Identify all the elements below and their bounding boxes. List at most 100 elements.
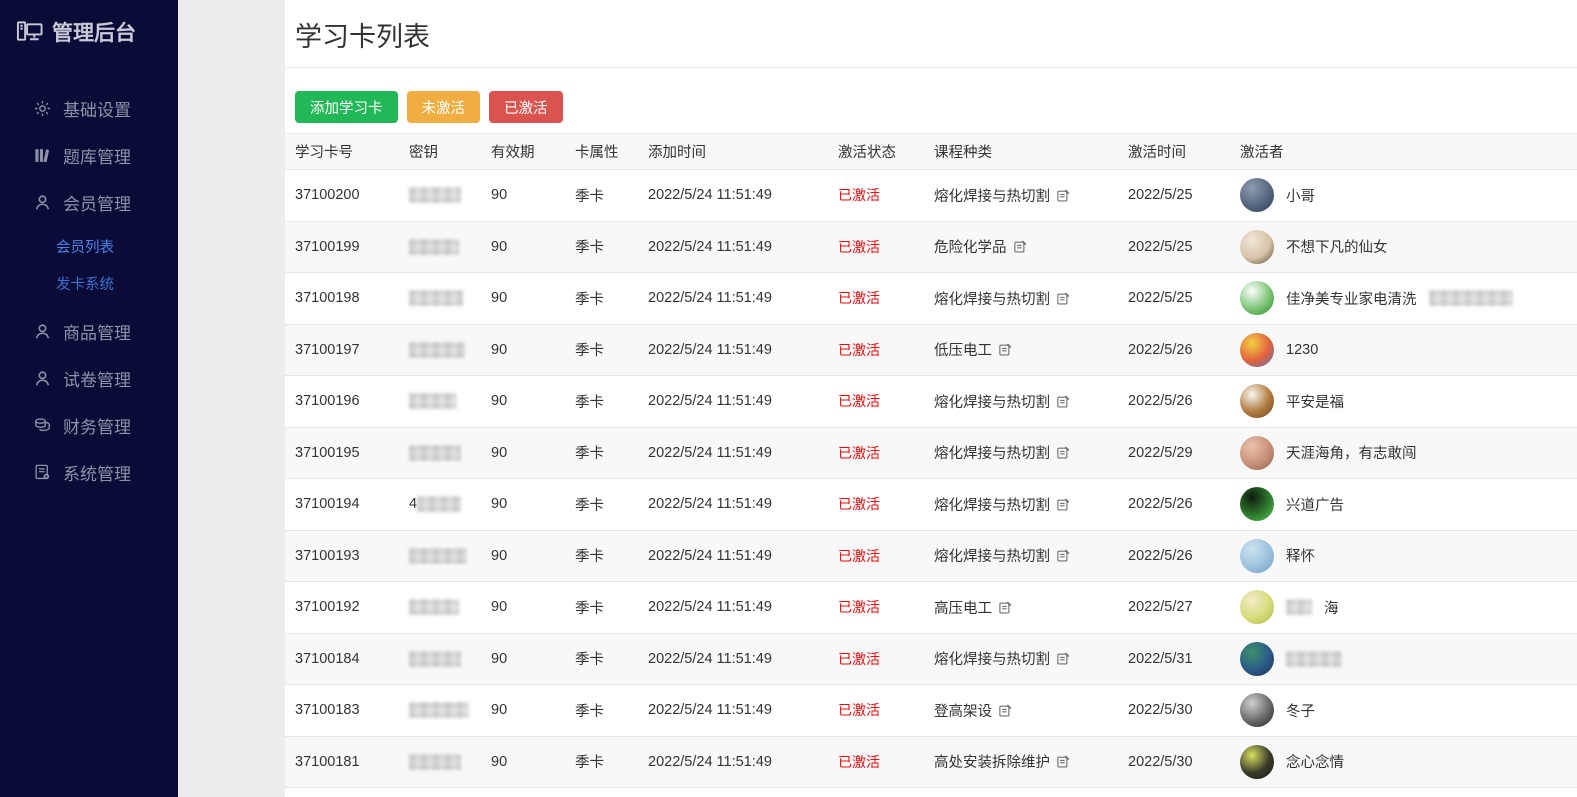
- activation-status-cell: 已激活: [828, 376, 924, 428]
- avatar: [1240, 281, 1274, 315]
- course-cell: 低压电工: [924, 324, 1118, 376]
- activator-cell: 小哥: [1230, 170, 1577, 222]
- sidebar-item-member-management[interactable]: 会员管理: [0, 179, 178, 226]
- column-header-0: 学习卡号: [285, 134, 399, 170]
- brand: 管理后台: [0, 0, 178, 57]
- edit-note-icon[interactable]: [1056, 497, 1071, 512]
- card-type-cell: 季卡: [565, 221, 638, 273]
- user-icon: [33, 193, 52, 212]
- sidebar-item-finance-management[interactable]: 财务管理: [0, 402, 178, 449]
- activated-time-cell: 2022/5/25: [1118, 170, 1230, 222]
- redacted-key: [409, 599, 459, 615]
- avatar: [1240, 487, 1274, 521]
- redacted-key: [409, 702, 469, 718]
- activated-time-cell: 2022/5/30: [1118, 736, 1230, 788]
- activator-name: 1230: [1286, 342, 1318, 358]
- sub-item-member-list[interactable]: 会员列表: [0, 228, 178, 265]
- activation-status-cell: 已激活: [828, 530, 924, 582]
- sidebar-item-system-management[interactable]: 系统管理: [0, 449, 178, 496]
- edit-note-icon[interactable]: [1013, 239, 1028, 254]
- added-time-cell: 2022/5/24 11:51:49: [638, 582, 828, 634]
- sidebar-nav: 基础设置题库管理会员管理会员列表发卡系统商品管理试卷管理财务管理系统管理: [0, 85, 178, 496]
- redacted-name: [1286, 651, 1342, 667]
- activated-time-cell: 2022/5/31: [1118, 633, 1230, 685]
- doc-gear-icon: [33, 463, 52, 482]
- activator-name: 不想下凡的仙女: [1286, 236, 1388, 257]
- avatar: [1240, 745, 1274, 779]
- card-number-cell: 37100183: [285, 685, 399, 737]
- edit-note-icon[interactable]: [1056, 291, 1071, 306]
- sidebar-item-exam-paper-management[interactable]: 试卷管理: [0, 355, 178, 402]
- add-learning-card-button[interactable]: 添加学习卡: [295, 91, 398, 123]
- sub-item-card-issuing-system[interactable]: 发卡系统: [0, 265, 178, 302]
- edit-note-icon[interactable]: [998, 703, 1013, 718]
- key-cell: [399, 633, 481, 685]
- coins-icon: [33, 416, 52, 435]
- card-type-cell: 季卡: [565, 736, 638, 788]
- table-row: 3710020090季卡2022/5/24 11:51:49已激活熔化焊接与热切…: [285, 170, 1577, 222]
- key-cell: [399, 530, 481, 582]
- course-name: 熔化焊接与热切割: [934, 494, 1050, 515]
- activator-cell: 念心念情: [1230, 736, 1577, 788]
- activator-name: 念心念情: [1286, 751, 1344, 772]
- card-type-cell: 季卡: [565, 530, 638, 582]
- column-header-7: 激活时间: [1118, 134, 1230, 170]
- books-icon: [33, 146, 52, 165]
- key-cell: [399, 170, 481, 222]
- sidebar-item-label: 基础设置: [63, 96, 131, 121]
- edit-note-icon[interactable]: [1056, 394, 1071, 409]
- added-time-cell: 2022/5/24 11:51:49: [638, 221, 828, 273]
- sidebar-item-label: 会员管理: [63, 190, 131, 215]
- avatar: [1240, 384, 1274, 418]
- user-icon: [33, 322, 52, 341]
- sidebar-item-basic-settings[interactable]: 基础设置: [0, 85, 178, 132]
- edit-note-icon[interactable]: [1056, 188, 1071, 203]
- card-type-cell: 季卡: [565, 324, 638, 376]
- redacted-key: [409, 548, 467, 564]
- edit-note-icon[interactable]: [998, 342, 1013, 357]
- activated-time-cell: 2022/5/26: [1118, 324, 1230, 376]
- key-cell: [399, 376, 481, 428]
- edit-note-icon[interactable]: [998, 600, 1013, 615]
- course-cell: 危险化学品: [924, 221, 1118, 273]
- activation-status-cell: 已激活: [828, 221, 924, 273]
- filter-active-button[interactable]: 已激活: [489, 91, 563, 123]
- activator-name: 小哥: [1286, 185, 1315, 206]
- card-number-cell: 37100184: [285, 633, 399, 685]
- edit-note-icon[interactable]: [1056, 445, 1071, 460]
- activator-cell: 1230: [1230, 324, 1577, 376]
- sidebar-item-label: 财务管理: [63, 413, 131, 438]
- sidebar-item-question-bank[interactable]: 题库管理: [0, 132, 178, 179]
- table-row: 3710019790季卡2022/5/24 11:51:49已激活低压电工202…: [285, 324, 1577, 376]
- course-name: 高处安装拆除维护: [934, 751, 1050, 772]
- redacted-key: [409, 342, 465, 358]
- filter-inactive-button[interactable]: 未激活: [407, 91, 481, 123]
- table-row: 3710019690季卡2022/5/24 11:51:49已激活熔化焊接与热切…: [285, 376, 1577, 428]
- edit-note-icon[interactable]: [1056, 548, 1071, 563]
- table-row: 3710019990季卡2022/5/24 11:51:49已激活危险化学品20…: [285, 221, 1577, 273]
- course-name: 登高架设: [934, 700, 992, 721]
- key-visible-prefix: 4: [409, 496, 417, 512]
- redacted-key: [409, 239, 459, 255]
- column-header-3: 卡属性: [565, 134, 638, 170]
- avatar: [1240, 693, 1274, 727]
- added-time-cell: 2022/5/24 11:51:49: [638, 170, 828, 222]
- edit-note-icon[interactable]: [1056, 754, 1071, 769]
- main-area: 学习卡列表 添加学习卡未激活已激活 学习卡号密钥有效期卡属性添加时间激活状态课程…: [178, 0, 1577, 797]
- column-header-5: 激活状态: [828, 134, 924, 170]
- edit-note-icon[interactable]: [1056, 651, 1071, 666]
- card-type-cell: 季卡: [565, 479, 638, 531]
- card-number-cell: 37100200: [285, 170, 399, 222]
- activator-name: 冬子: [1286, 700, 1315, 721]
- card-number-cell: 37100195: [285, 427, 399, 479]
- sidebar-item-product-management[interactable]: 商品管理: [0, 308, 178, 355]
- activated-time-cell: 2022/5/26: [1118, 530, 1230, 582]
- table-row: 3710019890季卡2022/5/24 11:51:49已激活熔化焊接与热切…: [285, 273, 1577, 325]
- table-row: 37100194490季卡2022/5/24 11:51:49已激活熔化焊接与热…: [285, 479, 1577, 531]
- column-header-2: 有效期: [481, 134, 565, 170]
- activator-cell: 释怀: [1230, 530, 1577, 582]
- course-name: 高压电工: [934, 597, 992, 618]
- activator-cell: 兴道广告: [1230, 479, 1577, 531]
- content-panel: 学习卡列表 添加学习卡未激活已激活 学习卡号密钥有效期卡属性添加时间激活状态课程…: [285, 0, 1577, 797]
- sidebar-item-label: 题库管理: [63, 143, 131, 168]
